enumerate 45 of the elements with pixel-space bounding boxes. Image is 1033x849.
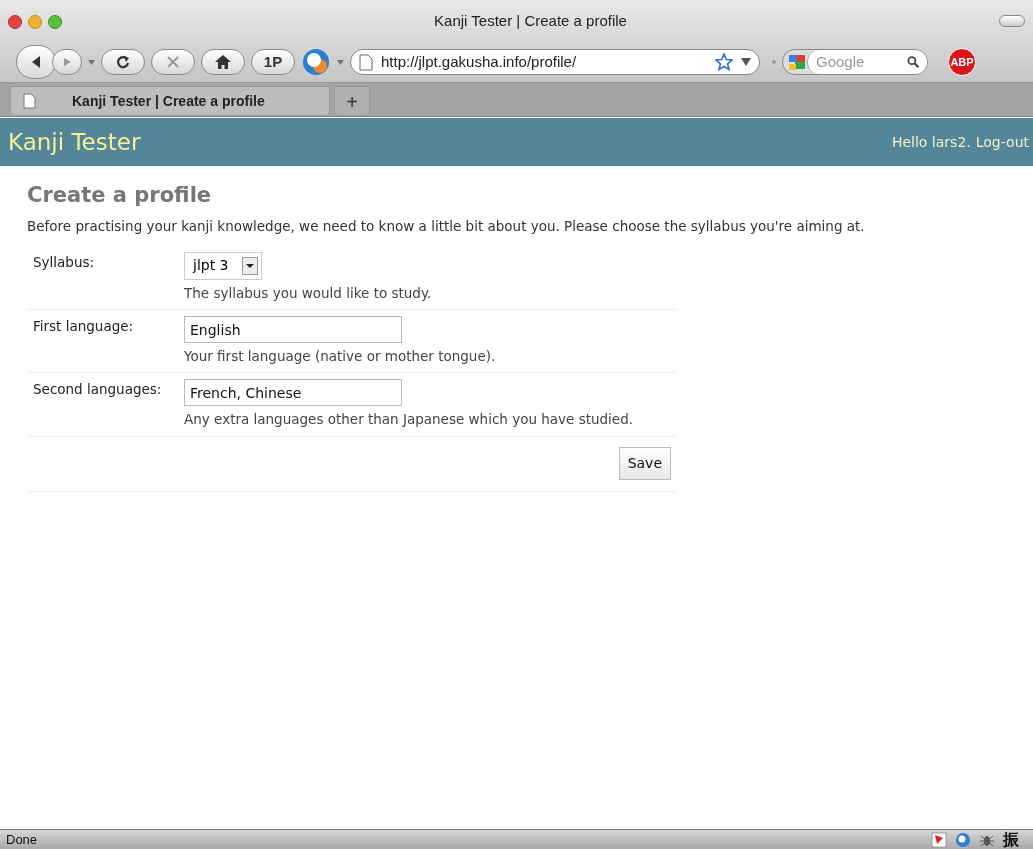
reload-button[interactable] <box>101 49 145 75</box>
search-icon[interactable] <box>906 55 919 69</box>
help-text: The syllabus you would like to study. <box>184 283 432 303</box>
adblock-button[interactable]: ABP <box>948 48 976 76</box>
password-manager-button[interactable]: 1P <box>251 49 295 75</box>
flag-icon[interactable] <box>931 831 947 848</box>
extension-badge-icon[interactable] <box>301 47 331 77</box>
back-button[interactable] <box>16 45 56 79</box>
help-text: Your first language (native or mother tongue). <box>184 347 496 366</box>
page-icon <box>23 93 36 109</box>
minimize-window-icon[interactable] <box>28 15 42 29</box>
dropdown-caret-icon[interactable] <box>741 58 751 66</box>
close-icon <box>166 55 180 69</box>
search-engine-icon[interactable] <box>789 53 805 71</box>
field-label: Second languages: <box>32 380 163 400</box>
site-title: Kanji Tester <box>8 127 141 157</box>
dictionary-glyph[interactable]: 振 <box>1003 827 1019 849</box>
page-heading: Create a profile <box>27 182 213 209</box>
home-button[interactable] <box>201 49 245 75</box>
greeting-text: Hello lars2. <box>891 132 971 152</box>
url-text: http://jlpt.gakusha.info/profile/ <box>381 51 578 72</box>
window-title: Kanji Tester | Create a profile <box>434 10 627 31</box>
star-icon[interactable] <box>715 53 733 71</box>
field-label: Syllabus: <box>32 252 96 272</box>
status-text: Done <box>6 830 38 849</box>
syllabus-select[interactable]: jlpt 3 <box>184 251 262 280</box>
extension-badge-icon[interactable] <box>955 831 971 848</box>
zoom-window-icon[interactable] <box>48 15 62 29</box>
home-icon <box>215 55 231 69</box>
page-icon <box>359 53 373 71</box>
text-field[interactable]: French, Chinese <box>184 379 402 407</box>
intro-text: Before practising your kanji knowledge, we need to know a little bit about you. Please choose the syllabus you're aiming at. <box>27 216 866 236</box>
address-bar[interactable]: http://jlpt.gakusha.info/profile/ <box>350 49 760 75</box>
search-field[interactable]: Google <box>807 50 927 74</box>
search-input[interactable]: Google <box>816 50 907 74</box>
close-window-icon[interactable] <box>8 15 22 29</box>
help-text: Any extra languages other than Japanese which you have studied. <box>184 410 634 430</box>
forward-arrow-icon <box>62 57 72 67</box>
field-label: First language: <box>32 317 135 336</box>
text-field[interactable]: English <box>184 316 402 343</box>
browser-tab[interactable]: Kanji Tester | Create a profile <box>10 86 330 116</box>
new-tab-button[interactable]: + <box>334 86 370 116</box>
reload-icon <box>115 54 131 70</box>
stop-button[interactable] <box>151 49 195 75</box>
save-button[interactable]: Save <box>618 446 671 480</box>
